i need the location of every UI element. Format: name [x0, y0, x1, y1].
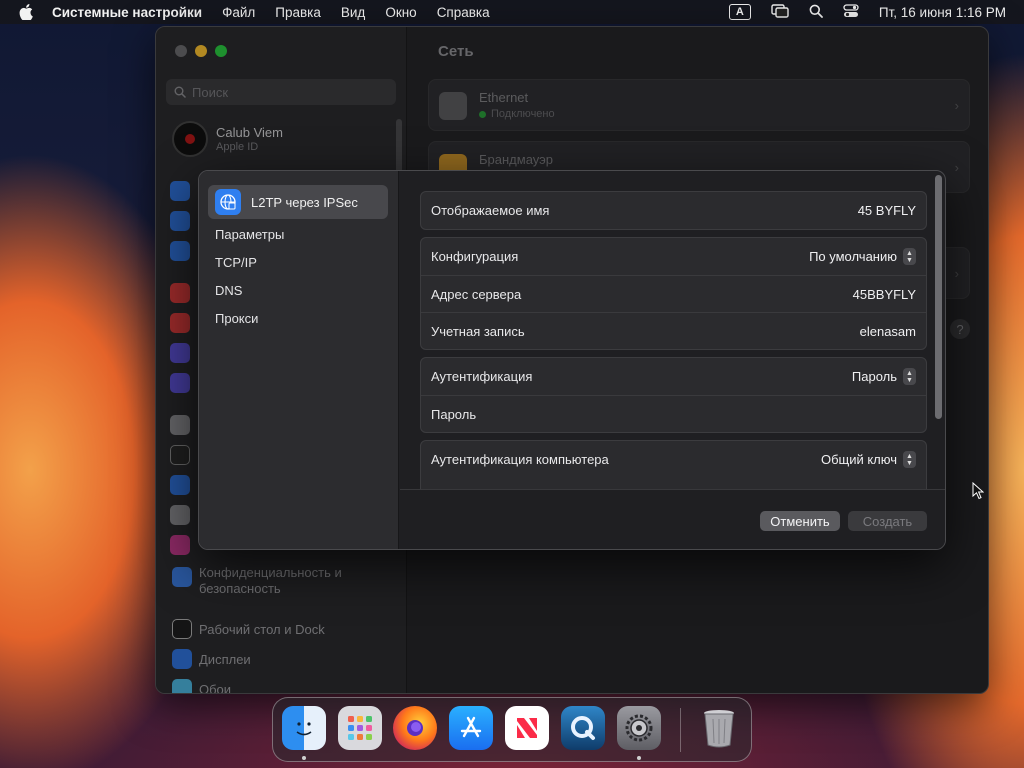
tab-tcpip[interactable]: TCP/IP [215, 255, 257, 270]
menu-help[interactable]: Справка [437, 5, 490, 20]
display-name-value[interactable]: 45 BYFLY [858, 192, 916, 229]
configuration-row[interactable]: Конфигурация По умолчанию ▲ ▼ [421, 238, 926, 275]
vpn-service-name: L2TP через IPSec [251, 194, 358, 210]
machine-auth-value: Общий ключ [820, 452, 897, 467]
account-label: Учетная запись [431, 323, 525, 339]
server-address-value[interactable]: 45BBYFLY [853, 276, 916, 313]
configuration-label: Конфигурация [431, 249, 519, 264]
menu-edit[interactable]: Правка [275, 5, 321, 20]
tab-proxies[interactable]: Прокси [215, 311, 258, 326]
machine-auth-row[interactable]: Аутентификация компьютера Общий ключ ▲ ▼ [421, 441, 926, 478]
display-name-row[interactable]: Отображаемое имя 45 BYFLY [421, 192, 926, 229]
authentication-value: Пароль [851, 369, 897, 384]
menu-view[interactable]: Вид [341, 5, 365, 20]
updown-stepper-icon: ▲ ▼ [903, 451, 916, 468]
globe-icon [215, 189, 241, 215]
sheet-footer: Отменить Создать [400, 489, 945, 549]
display-name-label: Отображаемое имя [431, 203, 550, 218]
mouse-cursor-icon [972, 481, 985, 505]
news-icon[interactable] [505, 706, 549, 750]
control-center-icon[interactable] [843, 3, 859, 21]
vpn-sheet-form: Отображаемое имя 45 BYFLY Конфигурация П… [400, 171, 945, 489]
apple-icon[interactable] [18, 4, 34, 20]
tab-dns[interactable]: DNS [215, 283, 242, 298]
authentication-label: Аутентификация [431, 369, 533, 384]
menu-app-name[interactable]: Системные настройки [52, 5, 202, 20]
updown-stepper-icon: ▲ ▼ [903, 248, 916, 265]
vpn-service-item[interactable]: L2TP через IPSec [208, 185, 388, 219]
machine-auth-label: Аутентификация компьютера [431, 452, 609, 467]
system-settings-icon[interactable] [617, 706, 661, 750]
vpn-sheet-sidebar: L2TP через IPSec Параметры TCP/IP DNS Пр… [199, 171, 399, 549]
machine-auth-group: Аутентификация компьютера Общий ключ ▲ ▼ [420, 440, 927, 489]
input-source-icon[interactable]: A [728, 4, 751, 20]
running-indicator [637, 756, 641, 760]
launchpad-icon[interactable] [338, 706, 382, 750]
create-button[interactable]: Создать [848, 511, 927, 531]
server-address-row[interactable]: Адрес сервера 45BBYFLY [421, 275, 926, 312]
account-row[interactable]: Учетная запись elenasam [421, 312, 926, 349]
password-label: Пароль [431, 406, 477, 422]
firefox-icon[interactable] [393, 706, 437, 750]
authentication-row[interactable]: Аутентификация Пароль ▲ ▼ [421, 358, 926, 395]
server-config-group: Конфигурация По умолчанию ▲ ▼ Адрес серве… [420, 237, 927, 350]
menu-file[interactable]: Файл [222, 5, 255, 20]
machine-auth-select[interactable]: Общий ключ ▲ ▼ [821, 441, 916, 478]
sheet-scrollbar[interactable] [935, 175, 942, 419]
password-field[interactable] [616, 405, 916, 425]
tab-parameters[interactable]: Параметры [215, 227, 284, 242]
display-name-group: Отображаемое имя 45 BYFLY [420, 191, 927, 230]
account-value[interactable]: elenasam [860, 313, 916, 350]
menu-window[interactable]: Окно [385, 5, 416, 20]
trash-icon[interactable] [697, 706, 741, 750]
authentication-group: Аутентификация Пароль ▲ ▼ Пароль [420, 357, 927, 433]
menubar-clock[interactable]: Пт, 16 июня 1:16 PM [879, 5, 1006, 20]
dock-separator [680, 708, 681, 752]
vpn-config-sheet: L2TP через IPSec Параметры TCP/IP DNS Пр… [198, 170, 946, 550]
configuration-select[interactable]: По умолчанию ▲ ▼ [809, 238, 916, 275]
running-indicator [302, 756, 306, 760]
authentication-select[interactable]: Пароль ▲ ▼ [852, 358, 916, 395]
updown-stepper-icon: ▲ ▼ [903, 368, 916, 385]
password-row[interactable]: Пароль [421, 395, 926, 432]
menu-bar: Системные настройки Файл Правка Вид Окно… [0, 0, 1024, 24]
screen-mirroring-icon[interactable] [771, 3, 789, 21]
spotlight-search-icon[interactable] [809, 4, 823, 21]
server-address-label: Адрес сервера [431, 286, 522, 302]
cancel-button[interactable]: Отменить [760, 511, 840, 531]
configuration-value: По умолчанию [809, 249, 897, 264]
finder-icon[interactable] [282, 706, 326, 750]
dock [272, 697, 752, 762]
app-store-icon[interactable] [449, 706, 493, 750]
quicktime-icon[interactable] [561, 706, 605, 750]
